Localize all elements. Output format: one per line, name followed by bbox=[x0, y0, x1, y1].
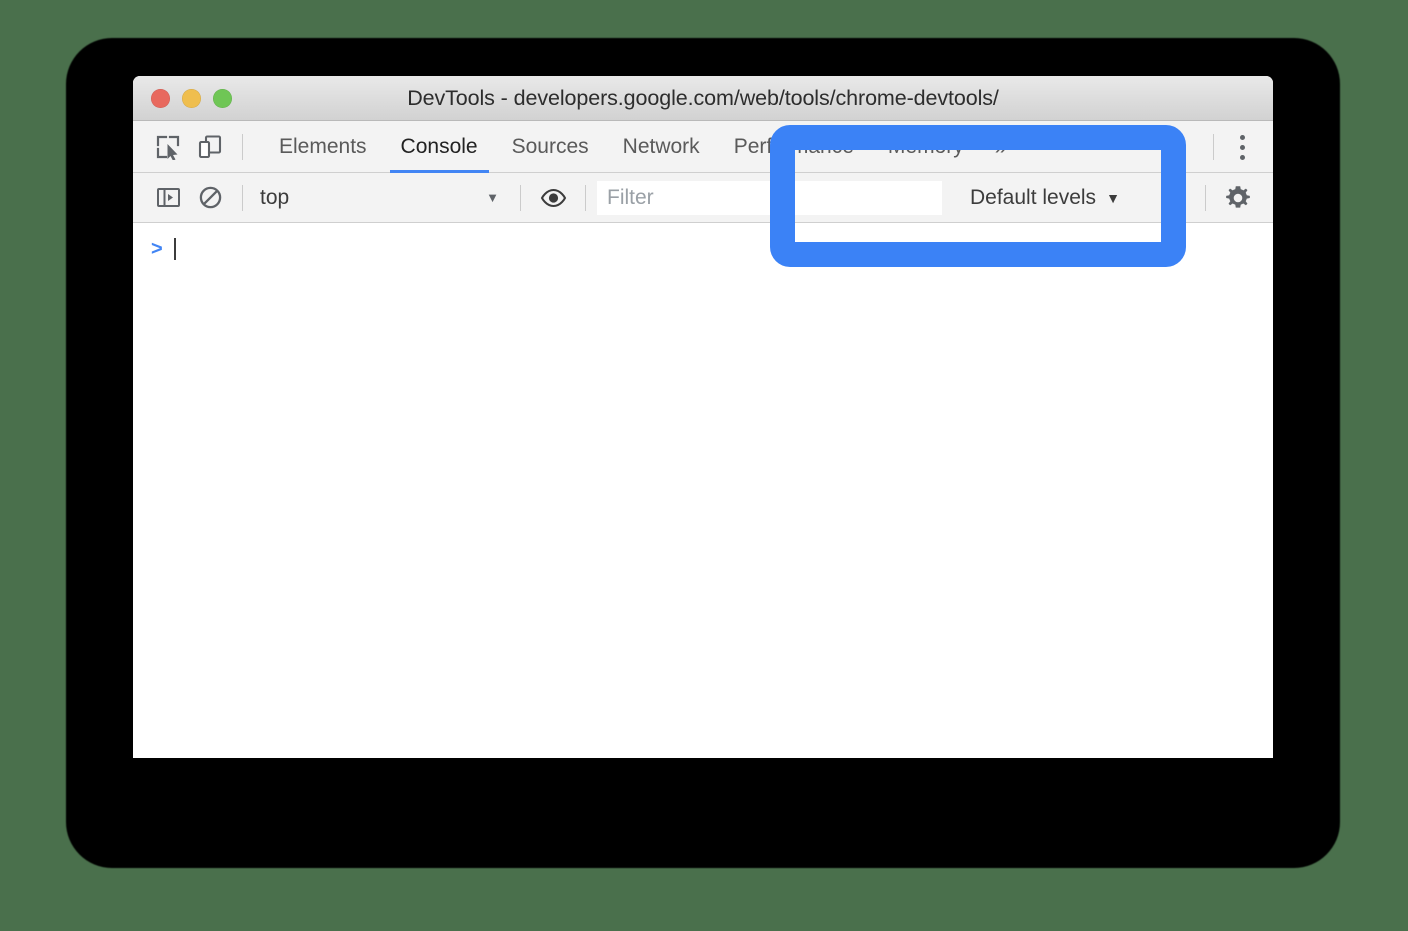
devtools-window: DevTools - developers.google.com/web/too… bbox=[133, 76, 1273, 758]
console-filter-bar: top ▼ Default levels ▼ bbox=[133, 173, 1273, 223]
log-levels-selector[interactable]: Default levels ▼ bbox=[962, 181, 1128, 215]
tabbar-divider bbox=[242, 133, 243, 160]
execution-context-value: top bbox=[260, 185, 290, 209]
eye-icon bbox=[540, 188, 567, 208]
tab-network[interactable]: Network bbox=[606, 121, 717, 173]
tab-sources[interactable]: Sources bbox=[495, 121, 606, 173]
clear-console-icon bbox=[198, 185, 223, 210]
console-message-area[interactable]: > bbox=[133, 223, 1273, 757]
filterbar-divider-2 bbox=[520, 184, 521, 211]
console-sidebar-toggle[interactable] bbox=[147, 178, 189, 218]
title-bar: DevTools - developers.google.com/web/too… bbox=[133, 76, 1273, 121]
log-levels-value: Default levels bbox=[970, 185, 1097, 209]
filterbar-right-divider bbox=[1205, 185, 1206, 211]
window-controls bbox=[151, 76, 232, 121]
tab-console[interactable]: Console bbox=[384, 121, 495, 173]
inspect-element-button[interactable] bbox=[147, 127, 189, 167]
minimize-button[interactable] bbox=[182, 89, 201, 108]
kebab-dot-3 bbox=[1239, 154, 1245, 160]
chevron-down-icon: ▼ bbox=[1106, 189, 1120, 206]
gear-icon bbox=[1223, 183, 1253, 213]
tabbar-right-divider bbox=[1213, 134, 1214, 160]
execution-context-selector[interactable]: top ▼ bbox=[254, 181, 509, 215]
filter-input[interactable] bbox=[597, 180, 942, 215]
tabbar-right-controls bbox=[1202, 121, 1273, 173]
close-button[interactable] bbox=[151, 89, 170, 108]
text-cursor bbox=[173, 238, 176, 260]
window-title: DevTools - developers.google.com/web/too… bbox=[407, 85, 999, 110]
filterbar-divider-1 bbox=[242, 184, 243, 211]
device-toolbar-icon bbox=[197, 134, 223, 160]
clear-console-button[interactable] bbox=[189, 178, 231, 218]
kebab-dot-2 bbox=[1239, 144, 1245, 150]
console-sidebar-icon bbox=[156, 185, 181, 210]
filterbar-right-controls bbox=[1194, 173, 1273, 223]
kebab-menu-icon[interactable] bbox=[1225, 130, 1259, 164]
filterbar-divider-3 bbox=[585, 184, 586, 211]
zoom-button[interactable] bbox=[213, 89, 232, 108]
tab-overflow-button[interactable]: » bbox=[981, 121, 1021, 173]
settings-button[interactable] bbox=[1217, 178, 1259, 218]
device-toolbar-button[interactable] bbox=[189, 127, 231, 167]
devtools-tab-bar: Elements Console Sources Network Perform… bbox=[133, 121, 1273, 173]
prompt-chevron-icon: > bbox=[151, 238, 163, 260]
panel-tabs: Elements Console Sources Network Perform… bbox=[262, 121, 1021, 173]
tab-performance[interactable]: Performance bbox=[717, 121, 871, 173]
inspect-element-icon bbox=[155, 134, 181, 160]
chevron-down-icon: ▼ bbox=[486, 190, 499, 205]
live-expression-button[interactable] bbox=[532, 178, 574, 218]
console-prompt-row[interactable]: > bbox=[133, 232, 1273, 266]
tab-memory[interactable]: Memory bbox=[871, 121, 981, 173]
kebab-dot-1 bbox=[1239, 134, 1245, 140]
tab-elements[interactable]: Elements bbox=[262, 121, 384, 173]
